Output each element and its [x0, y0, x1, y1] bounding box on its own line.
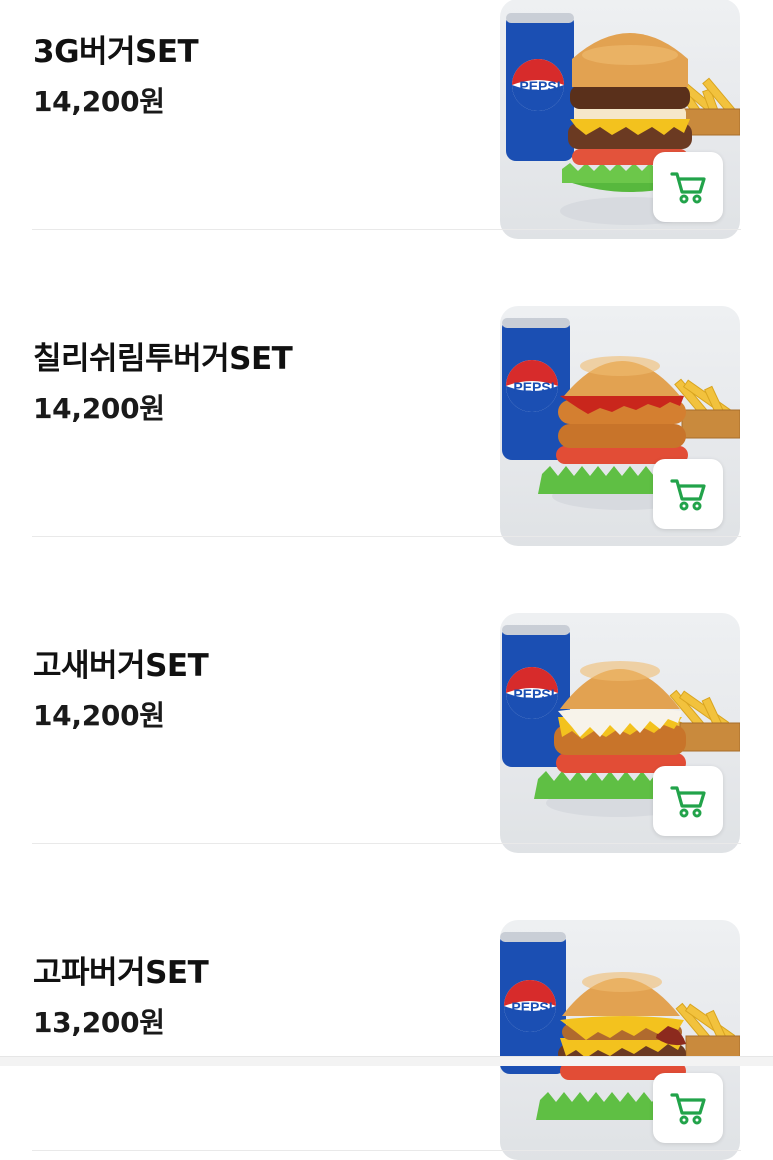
menu-item[interactable]: 고파버거SET 13,200원 PEPSI [0, 844, 773, 1160]
svg-text:PEPSI: PEPSI [511, 999, 552, 1015]
menu-item-name: 고새버거SET [33, 648, 209, 684]
add-to-cart-button[interactable] [653, 1073, 723, 1143]
menu-item-info[interactable]: 고파버거SET 13,200원 [33, 844, 473, 1151]
menu-item-info[interactable]: 3G버거SET 14,200원 [33, 0, 473, 230]
menu-item-info[interactable]: 고새버거SET 14,200원 [33, 537, 473, 844]
add-to-cart-button[interactable] [653, 152, 723, 222]
menu-item-price: 14,200원 [33, 392, 165, 425]
bottom-bar [0, 1056, 773, 1066]
menu-item-price: 14,200원 [33, 699, 165, 732]
cart-icon [670, 172, 706, 204]
svg-text:PEPSI: PEPSI [513, 379, 554, 395]
menu-item-info[interactable]: 칠리쉬림투버거SET 14,200원 [33, 230, 473, 537]
menu-item-name: 고파버거SET [33, 955, 209, 991]
svg-text:PEPSI: PEPSI [519, 78, 560, 94]
menu-item-price: 14,200원 [33, 85, 165, 118]
cart-icon [670, 1093, 706, 1125]
menu-item[interactable]: 고새버거SET 14,200원 PEPSI [0, 537, 773, 853]
cart-icon [670, 786, 706, 818]
menu-item[interactable]: 칠리쉬림투버거SET 14,200원 PEPSI [0, 230, 773, 546]
menu-item[interactable]: 3G버거SET 14,200원 PEPSI [0, 0, 773, 239]
menu-item-price: 13,200원 [33, 1006, 165, 1039]
svg-text:PEPSI: PEPSI [513, 686, 554, 702]
add-to-cart-button[interactable] [653, 766, 723, 836]
cart-icon [670, 479, 706, 511]
menu-item-name: 칠리쉬림투버거SET [33, 341, 293, 377]
divider [32, 1150, 741, 1151]
menu-item-name: 3G버거SET [33, 34, 199, 70]
add-to-cart-button[interactable] [653, 459, 723, 529]
menu-list: 3G버거SET 14,200원 PEPSI 칠리쉬림투버거SET 14,200원… [0, 0, 773, 1160]
